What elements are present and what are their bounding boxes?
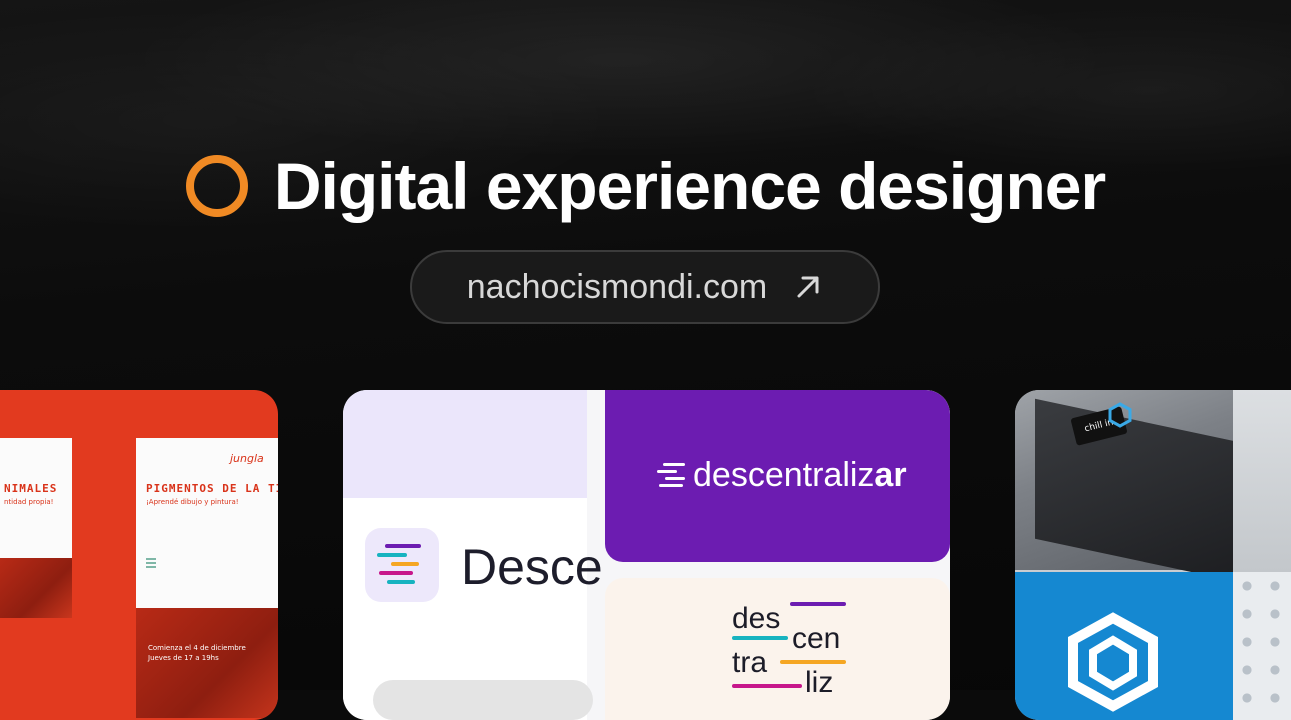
decor-stripe (146, 558, 156, 560)
device-photo: chill in (1015, 390, 1235, 582)
poster-animales: NIMALES ntidad propia! (0, 438, 72, 618)
stack-line-orange (780, 660, 846, 664)
brand-wordmark: descentralizar (693, 456, 907, 495)
project-card-jungla[interactable]: NIMALES ntidad propia! jungla PIGMENTOS … (0, 390, 278, 720)
hero-heading: Digital experience designer (0, 140, 1291, 232)
app-name-text: Desce (461, 539, 603, 595)
poster-right-photo: Comienza el 4 de diciembre Jueves de 17 … (136, 608, 278, 718)
poster-left-photo (0, 558, 72, 618)
stack-line-magenta (732, 684, 802, 688)
brand-panel-blue (1015, 572, 1233, 720)
stack-word-3: tra (732, 646, 768, 679)
decor-stripe (146, 562, 156, 564)
poster-left-subtitle: ntidad propia! (4, 498, 54, 506)
brand-panel-cream: des cen tra liz (605, 578, 950, 720)
lavender-panel (343, 390, 587, 498)
stacked-lines-icon (377, 544, 421, 584)
brand-logo: descentralizar (655, 456, 907, 495)
placeholder-bar (373, 680, 593, 720)
stack-word-4: liz (805, 666, 834, 699)
page-title: Digital experience designer (273, 149, 1106, 223)
arrow-up-right-icon (797, 276, 819, 298)
decor-stripe (146, 566, 156, 568)
poster-right-subtitle: ¡Aprendé dibujo y pintura! (146, 498, 239, 506)
descentralizar-app-icon (365, 528, 439, 602)
project-card-descentralizar[interactable]: Desce descentralizar des cen tra liz (343, 390, 950, 720)
pattern-panel (1233, 572, 1291, 720)
poster-caption-date: Comienza el 4 de diciembre (148, 644, 246, 652)
stack-line-purple (790, 602, 846, 606)
poster-left-title: NIMALES (4, 482, 58, 495)
brand-panel-purple: descentralizar (605, 390, 950, 562)
device-side (1233, 390, 1291, 572)
stack-line-teal (732, 636, 788, 640)
orange-ring-logo (185, 155, 248, 217)
chill-in-small-logo-icon (1108, 402, 1132, 428)
stack-word-1: des (732, 602, 781, 635)
brand-wordmark-suffix: ar (874, 456, 907, 494)
brand-wordmark-prefix: descentraliz (693, 456, 875, 494)
poster-logo: jungla (230, 452, 264, 465)
website-link-text: nachocismondi.com (466, 267, 768, 306)
website-link-button[interactable]: nachocismondi.com (410, 250, 880, 324)
poster-right-title: PIGMENTOS DE LA TIERRA (146, 482, 278, 495)
brand-lines-icon (657, 462, 685, 487)
stack-word-2: cen (792, 622, 841, 655)
chill-in-logo-icon (1068, 612, 1158, 712)
device-face (1035, 398, 1235, 582)
poster-caption-time: Jueves de 17 a 19hs (148, 654, 219, 662)
project-card-chill-in[interactable]: chill in (1015, 390, 1291, 720)
poster-pigmentos: jungla PIGMENTOS DE LA TIERRA ¡Aprendé d… (136, 438, 278, 608)
